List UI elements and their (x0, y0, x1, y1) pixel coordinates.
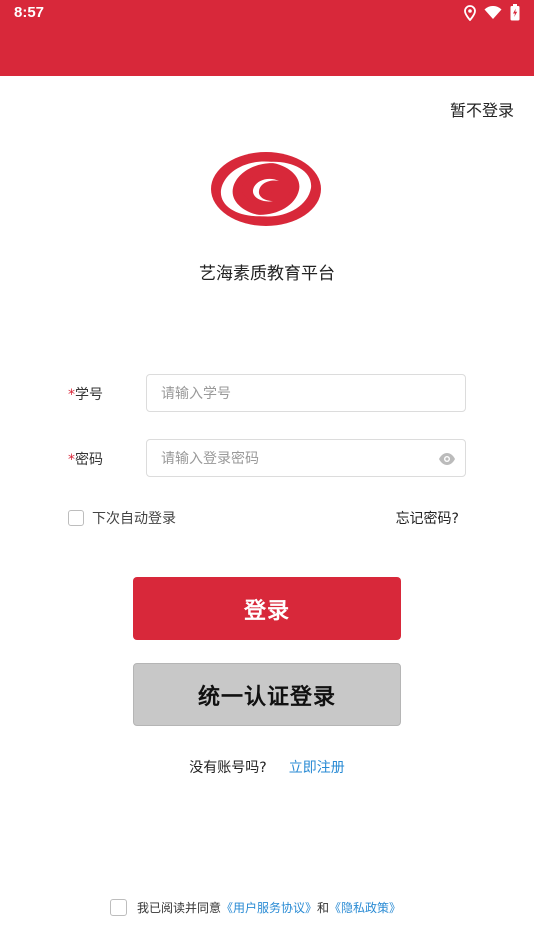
student-id-field[interactable] (146, 374, 466, 413)
auto-login-checkbox[interactable] (68, 510, 84, 526)
auto-login-option[interactable]: 下次自动登录 (68, 508, 176, 528)
privacy-policy-link[interactable]: 《隐私政策》 (329, 899, 401, 916)
student-id-label-text: 学号 (75, 387, 103, 403)
login-button[interactable]: 登录 (133, 577, 401, 640)
password-field[interactable] (146, 439, 466, 478)
register-row: 没有账号吗? 立即注册 (0, 757, 534, 777)
register-link[interactable]: 立即注册 (289, 760, 345, 776)
skip-login-link[interactable]: 暂不登录 (450, 97, 514, 121)
student-id-label: *学号 (68, 384, 103, 404)
student-id-input[interactable] (159, 375, 423, 413)
status-bar: 8:57 (0, 0, 534, 76)
status-time: 8:57 (14, 4, 45, 21)
agreement-checkbox[interactable] (110, 899, 127, 916)
app-name: 艺海素质教育平台 (199, 264, 335, 284)
location-icon (464, 4, 476, 21)
app-logo (209, 150, 323, 228)
required-mark: * (68, 387, 75, 403)
no-account-text: 没有账号吗? (189, 760, 267, 776)
agreement-row: 我已阅读并同意 《用户服务协议》和《隐私政策》 (110, 899, 401, 916)
agreement-prefix: 我已阅读并同意 (137, 901, 222, 915)
forgot-password-link[interactable]: 忘记密码? (396, 508, 459, 528)
unified-login-button[interactable]: 统一认证登录 (133, 663, 401, 726)
password-label: *密码 (68, 449, 103, 469)
required-mark: * (68, 452, 75, 468)
auto-login-label: 下次自动登录 (92, 511, 176, 527)
status-icons (464, 4, 520, 21)
wifi-icon (484, 5, 502, 20)
agreement-conjunction: 和 (317, 901, 330, 915)
user-agreement-link[interactable]: 《用户服务协议》 (221, 899, 317, 916)
password-input[interactable] (159, 440, 423, 478)
password-label-text: 密码 (75, 452, 103, 468)
battery-charging-icon (510, 4, 520, 21)
eye-icon[interactable] (438, 451, 456, 470)
